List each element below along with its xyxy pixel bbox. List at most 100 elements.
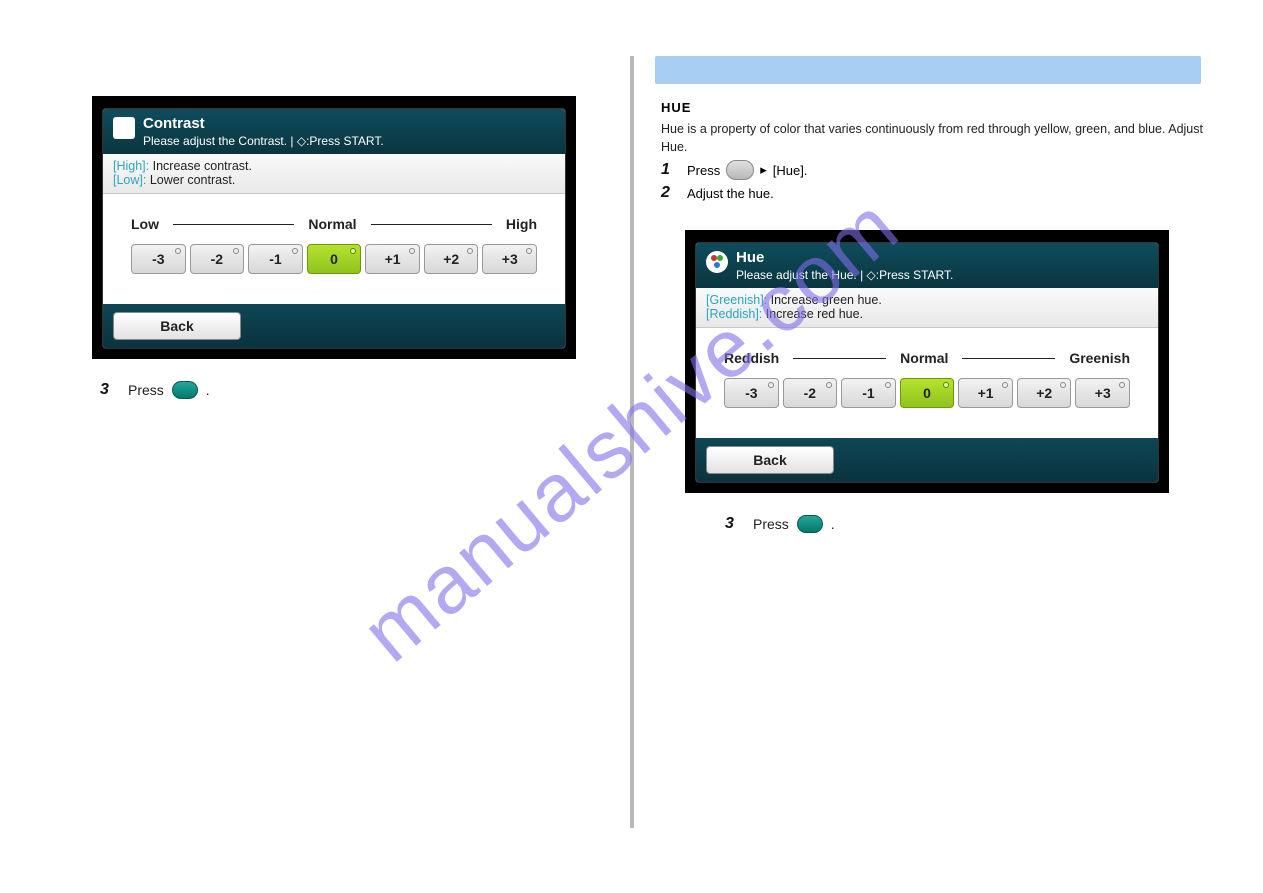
hue-scale-row: -3 -2 -1 0 +1 +2 +3 (724, 378, 1130, 408)
hue-footer: Back (696, 438, 1158, 482)
hint-high-val: Increase contrast. (149, 159, 252, 173)
val: -3 (745, 385, 757, 401)
scale-label-high: High (506, 216, 537, 232)
start-pill-icon (172, 381, 198, 399)
hue-btn-p3[interactable]: +3 (1075, 378, 1130, 408)
left-column: Contrast Please adjust the Contrast. | ◇… (60, 56, 600, 399)
dot-icon (175, 248, 181, 254)
contrast-subtitle: Please adjust the Contrast. | ◇:Press ST… (143, 134, 384, 148)
dot-icon (1060, 382, 1066, 388)
right-column: HUE Hue is a property of color that vari… (655, 56, 1215, 533)
scale-dash-left (793, 358, 886, 359)
contrast-btn-m2[interactable]: -2 (190, 244, 245, 274)
hue-btn-p1[interactable]: +1 (958, 378, 1013, 408)
contrast-btn-p2[interactable]: +2 (424, 244, 479, 274)
val: -3 (152, 251, 164, 267)
right-step3-prefix: Press (753, 516, 789, 532)
hue-step1-item: [Hue]. (773, 163, 808, 178)
left-step3: 3 Press . (100, 381, 600, 399)
hue-step1-press: Press (687, 163, 720, 178)
hue-step1: 1 Press ▸ [Hue]. (661, 160, 1215, 180)
hue-subtitle: Please adjust the Hue. | ◇:Press START. (736, 268, 953, 282)
start-pill-icon (797, 515, 823, 533)
hue-panel-header: Hue Please adjust the Hue. | ◇:Press STA… (696, 243, 1158, 288)
val: 0 (330, 251, 338, 267)
contrast-footer: Back (103, 304, 565, 348)
val: -1 (862, 385, 874, 401)
val: -2 (211, 251, 223, 267)
select-pill-icon (726, 160, 754, 180)
val: -1 (269, 251, 281, 267)
hue-btn-m1[interactable]: -1 (841, 378, 896, 408)
hue-heading: HUE (661, 100, 1215, 115)
arrow-icon: ▸ (760, 162, 767, 178)
right-step3-num: 3 (725, 515, 739, 533)
hue-hints: [Greenish]: Increase green hue. [Reddish… (696, 288, 1158, 328)
dot-icon (885, 382, 891, 388)
val: +1 (385, 251, 401, 267)
dot-icon (233, 248, 239, 254)
scale-dash-left (173, 224, 294, 225)
scale-label-greenish: Greenish (1069, 350, 1130, 366)
hue-scale: Reddish Normal Greenish -3 -2 -1 0 +1 +2… (696, 328, 1158, 438)
hint-high-key: [High]: (113, 159, 149, 173)
hue-desc: Hue is a property of color that varies c… (661, 121, 1209, 156)
hue-step2-text: Adjust the hue. (687, 186, 774, 201)
hue-icon (706, 251, 728, 273)
contrast-icon (113, 117, 135, 139)
hue-step1-num: 1 (661, 161, 675, 179)
right-step3-suffix: . (831, 516, 835, 532)
hue-panel: Hue Please adjust the Hue. | ◇:Press STA… (695, 242, 1159, 483)
val: +2 (443, 251, 459, 267)
val: +3 (1095, 385, 1111, 401)
left-step3-prefix: Press (128, 382, 164, 398)
scale-label-low: Low (131, 216, 159, 232)
hint-green-val: Increase green hue. (767, 293, 882, 307)
contrast-hints: [High]: Increase contrast. [Low]: Lower … (103, 154, 565, 194)
hue-title: Hue (736, 249, 953, 266)
hint-green-key: [Greenish]: (706, 293, 767, 307)
left-step3-suffix: . (206, 382, 210, 398)
contrast-btn-p1[interactable]: +1 (365, 244, 420, 274)
right-step3: 3 Press . (725, 515, 1215, 533)
contrast-panel-header: Contrast Please adjust the Contrast. | ◇… (103, 109, 565, 154)
hue-btn-m2[interactable]: -2 (783, 378, 838, 408)
hint-low-key: [Low]: (113, 173, 146, 187)
dot-icon (467, 248, 473, 254)
scale-dash-right (371, 224, 492, 225)
dot-icon (292, 248, 298, 254)
dot-icon (826, 382, 832, 388)
dot-icon (1002, 382, 1008, 388)
dot-icon (943, 382, 949, 388)
hue-back-button[interactable]: Back (706, 446, 834, 474)
scale-label-normal: Normal (900, 350, 948, 366)
hue-btn-m3[interactable]: -3 (724, 378, 779, 408)
val: +2 (1036, 385, 1052, 401)
hint-red-val: Increase red hue. (762, 307, 863, 321)
column-divider (630, 56, 634, 828)
hue-step2-num: 2 (661, 184, 675, 202)
dot-icon (768, 382, 774, 388)
contrast-title: Contrast (143, 115, 384, 132)
left-step3-num: 3 (100, 381, 114, 399)
hint-low-val: Lower contrast. (146, 173, 235, 187)
scale-label-reddish: Reddish (724, 350, 779, 366)
dot-icon (350, 248, 356, 254)
contrast-btn-0[interactable]: 0 (307, 244, 362, 274)
contrast-btn-m3[interactable]: -3 (131, 244, 186, 274)
hue-step2: 2 Adjust the hue. (661, 184, 1215, 202)
hue-btn-0[interactable]: 0 (900, 378, 955, 408)
contrast-btn-p3[interactable]: +3 (482, 244, 537, 274)
hint-red-key: [Reddish]: (706, 307, 762, 321)
contrast-back-button[interactable]: Back (113, 312, 241, 340)
contrast-scale: Low Normal High -3 -2 -1 0 +1 +2 +3 (103, 194, 565, 304)
hue-btn-p2[interactable]: +2 (1017, 378, 1072, 408)
contrast-scale-row: -3 -2 -1 0 +1 +2 +3 (131, 244, 537, 274)
contrast-panel: Contrast Please adjust the Contrast. | ◇… (102, 108, 566, 349)
contrast-screenshot: Contrast Please adjust the Contrast. | ◇… (92, 96, 576, 359)
dot-icon (409, 248, 415, 254)
dot-icon (1119, 382, 1125, 388)
contrast-btn-m1[interactable]: -1 (248, 244, 303, 274)
val: +1 (978, 385, 994, 401)
val: -2 (804, 385, 816, 401)
